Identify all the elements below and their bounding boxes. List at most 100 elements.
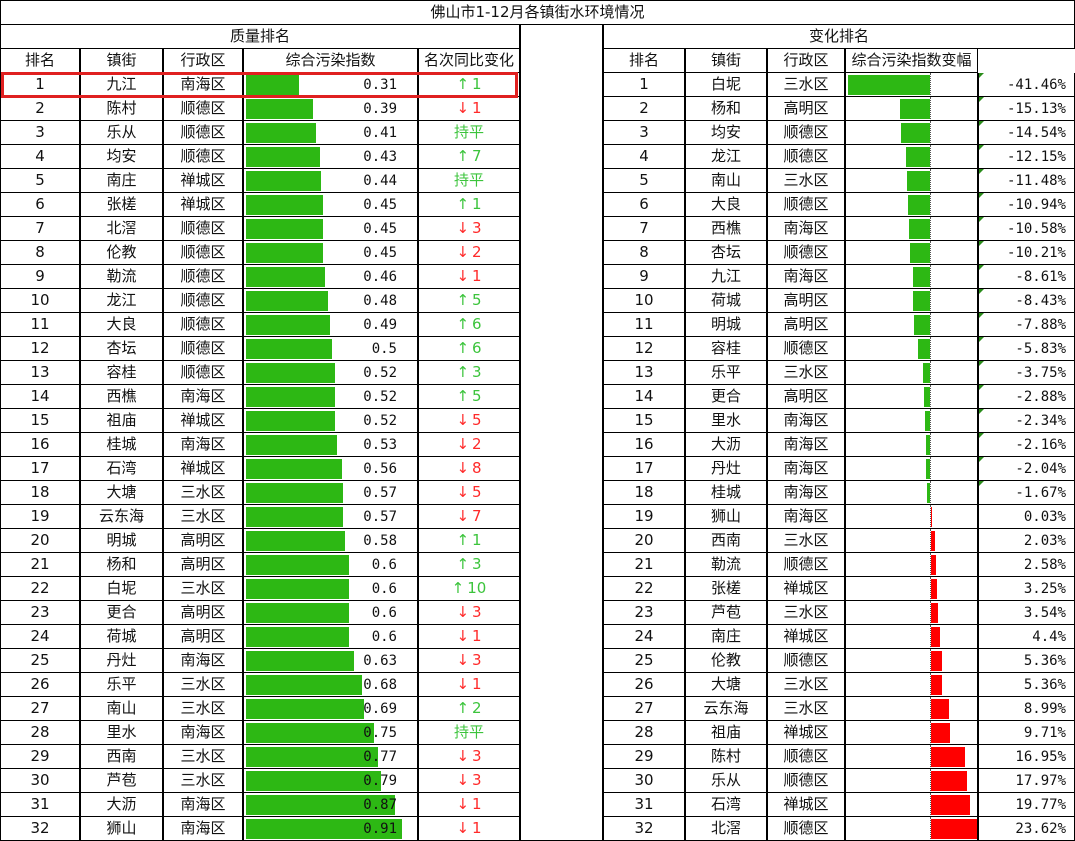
quality-rank-cell: 32	[0, 817, 80, 841]
change-bar-cell	[845, 505, 978, 529]
pollution-change-cell: -8.43%	[978, 289, 1075, 313]
decrease-bar	[909, 219, 930, 239]
zero-axis-line	[930, 73, 931, 96]
zero-axis-line	[930, 169, 931, 192]
change-header-3: 综合污染指数变幅	[845, 49, 978, 73]
change-bar-cell	[845, 169, 978, 193]
increase-bar	[931, 747, 965, 767]
decrease-bar	[848, 75, 930, 95]
pollution-change-cell: 0.03%	[978, 505, 1075, 529]
change-town-cell: 白坭	[685, 73, 767, 97]
rank-change-value: 5	[472, 411, 482, 429]
quality-district-cell: 顺德区	[163, 361, 243, 385]
increase-bar	[931, 603, 938, 623]
pollution-index-cell: 0.75	[243, 721, 418, 745]
rank-change-value: 5	[472, 291, 482, 309]
change-bar-cell	[845, 721, 978, 745]
change-rank-cell: 21	[603, 553, 685, 577]
rank-change-value: 3	[472, 363, 482, 381]
quality-district-cell: 高明区	[163, 601, 243, 625]
pollution-index-bar	[246, 387, 335, 407]
change-rank-cell: 11	[603, 313, 685, 337]
change-header-0: 排名	[603, 49, 685, 73]
change-bar-cell	[845, 625, 978, 649]
quality-header-2: 行政区	[163, 49, 243, 73]
rank-flat-indicator: 持平	[454, 125, 484, 140]
change-town-cell: 云东海	[685, 697, 767, 721]
change-town-cell: 陈村	[685, 745, 767, 769]
rank-change-value: 1	[472, 195, 482, 213]
change-rank-cell: 28	[603, 721, 685, 745]
change-bar-cell	[845, 817, 978, 841]
pollution-change-cell: 4.4%	[978, 625, 1075, 649]
pollution-index-cell: 0.91	[243, 817, 418, 841]
cell-comment-marker	[979, 457, 984, 462]
change-header-2: 行政区	[767, 49, 845, 73]
quality-district-cell: 顺德区	[163, 265, 243, 289]
rank-change-cell: ↑ 10	[418, 577, 520, 601]
quality-rank-cell: 9	[0, 265, 80, 289]
pollution-index-bar	[246, 507, 343, 527]
pollution-change-cell: -14.54%	[978, 121, 1075, 145]
increase-bar	[931, 723, 950, 743]
arrow-up-icon: ↑	[451, 579, 465, 597]
quality-town-cell: 白坭	[80, 577, 163, 601]
quality-district-cell: 南海区	[163, 649, 243, 673]
pollution-index-cell: 0.52	[243, 409, 418, 433]
change-town-cell: 西樵	[685, 217, 767, 241]
quality-town-cell: 石湾	[80, 457, 163, 481]
change-district-cell: 顺德区	[767, 145, 845, 169]
pollution-index-cell: 0.44	[243, 169, 418, 193]
pollution-change-cell: -2.88%	[978, 385, 1075, 409]
quality-rank-cell: 24	[0, 625, 80, 649]
rank-down-indicator: ↓ 2	[456, 245, 481, 260]
change-bar-cell	[845, 673, 978, 697]
change-rank-cell: 14	[603, 385, 685, 409]
zero-axis-line	[930, 97, 931, 120]
quality-town-cell: 更合	[80, 601, 163, 625]
pollution-index-cell: 0.6	[243, 577, 418, 601]
pollution-change-cell: 23.62%	[978, 817, 1075, 841]
quality-district-cell: 三水区	[163, 769, 243, 793]
pollution-change-cell: -2.34%	[978, 409, 1075, 433]
arrow-down-icon: ↓	[456, 795, 470, 813]
arrow-down-icon: ↓	[456, 747, 470, 765]
zero-axis-line	[930, 457, 931, 480]
rank-up-indicator: ↑ 5	[456, 389, 481, 404]
pollution-change-cell: 5.36%	[978, 649, 1075, 673]
rank-down-indicator: ↓ 5	[456, 485, 481, 500]
rank-change-cell: 持平	[418, 721, 520, 745]
quality-district-cell: 顺德区	[163, 145, 243, 169]
arrow-up-icon: ↑	[456, 555, 470, 573]
rank-change-value: 5	[472, 483, 482, 501]
pollution-index-value: 0.5	[371, 340, 397, 357]
change-bar-cell	[845, 385, 978, 409]
cell-comment-marker	[979, 481, 984, 486]
pollution-index-value: 0.52	[363, 364, 397, 381]
pollution-index-bar	[246, 291, 328, 311]
quality-rank-cell: 18	[0, 481, 80, 505]
decrease-bar	[914, 315, 930, 335]
decrease-bar	[918, 339, 930, 359]
pollution-index-value: 0.6	[371, 604, 397, 621]
change-bar-cell	[845, 553, 978, 577]
quality-town-cell: 芦苞	[80, 769, 163, 793]
pollution-index-cell: 0.49	[243, 313, 418, 337]
quality-rank-cell: 27	[0, 697, 80, 721]
increase-bar	[931, 819, 977, 839]
change-district-cell: 顺德区	[767, 817, 845, 841]
rank-flat-indicator: 持平	[454, 173, 484, 188]
change-district-cell: 顺德区	[767, 121, 845, 145]
change-district-cell: 三水区	[767, 673, 845, 697]
pollution-index-bar	[246, 435, 337, 455]
rank-change-cell: ↓ 1	[418, 625, 520, 649]
rank-change-cell: ↓ 1	[418, 265, 520, 289]
quality-rank-cell: 19	[0, 505, 80, 529]
rank-change-value: 3	[472, 219, 482, 237]
rank-change-value: 3	[472, 603, 482, 621]
quality-header-3: 综合污染指数	[243, 49, 418, 73]
zero-axis-line	[930, 409, 931, 432]
pollution-index-bar	[246, 579, 349, 599]
decrease-bar	[927, 483, 930, 503]
quality-town-cell: 容桂	[80, 361, 163, 385]
